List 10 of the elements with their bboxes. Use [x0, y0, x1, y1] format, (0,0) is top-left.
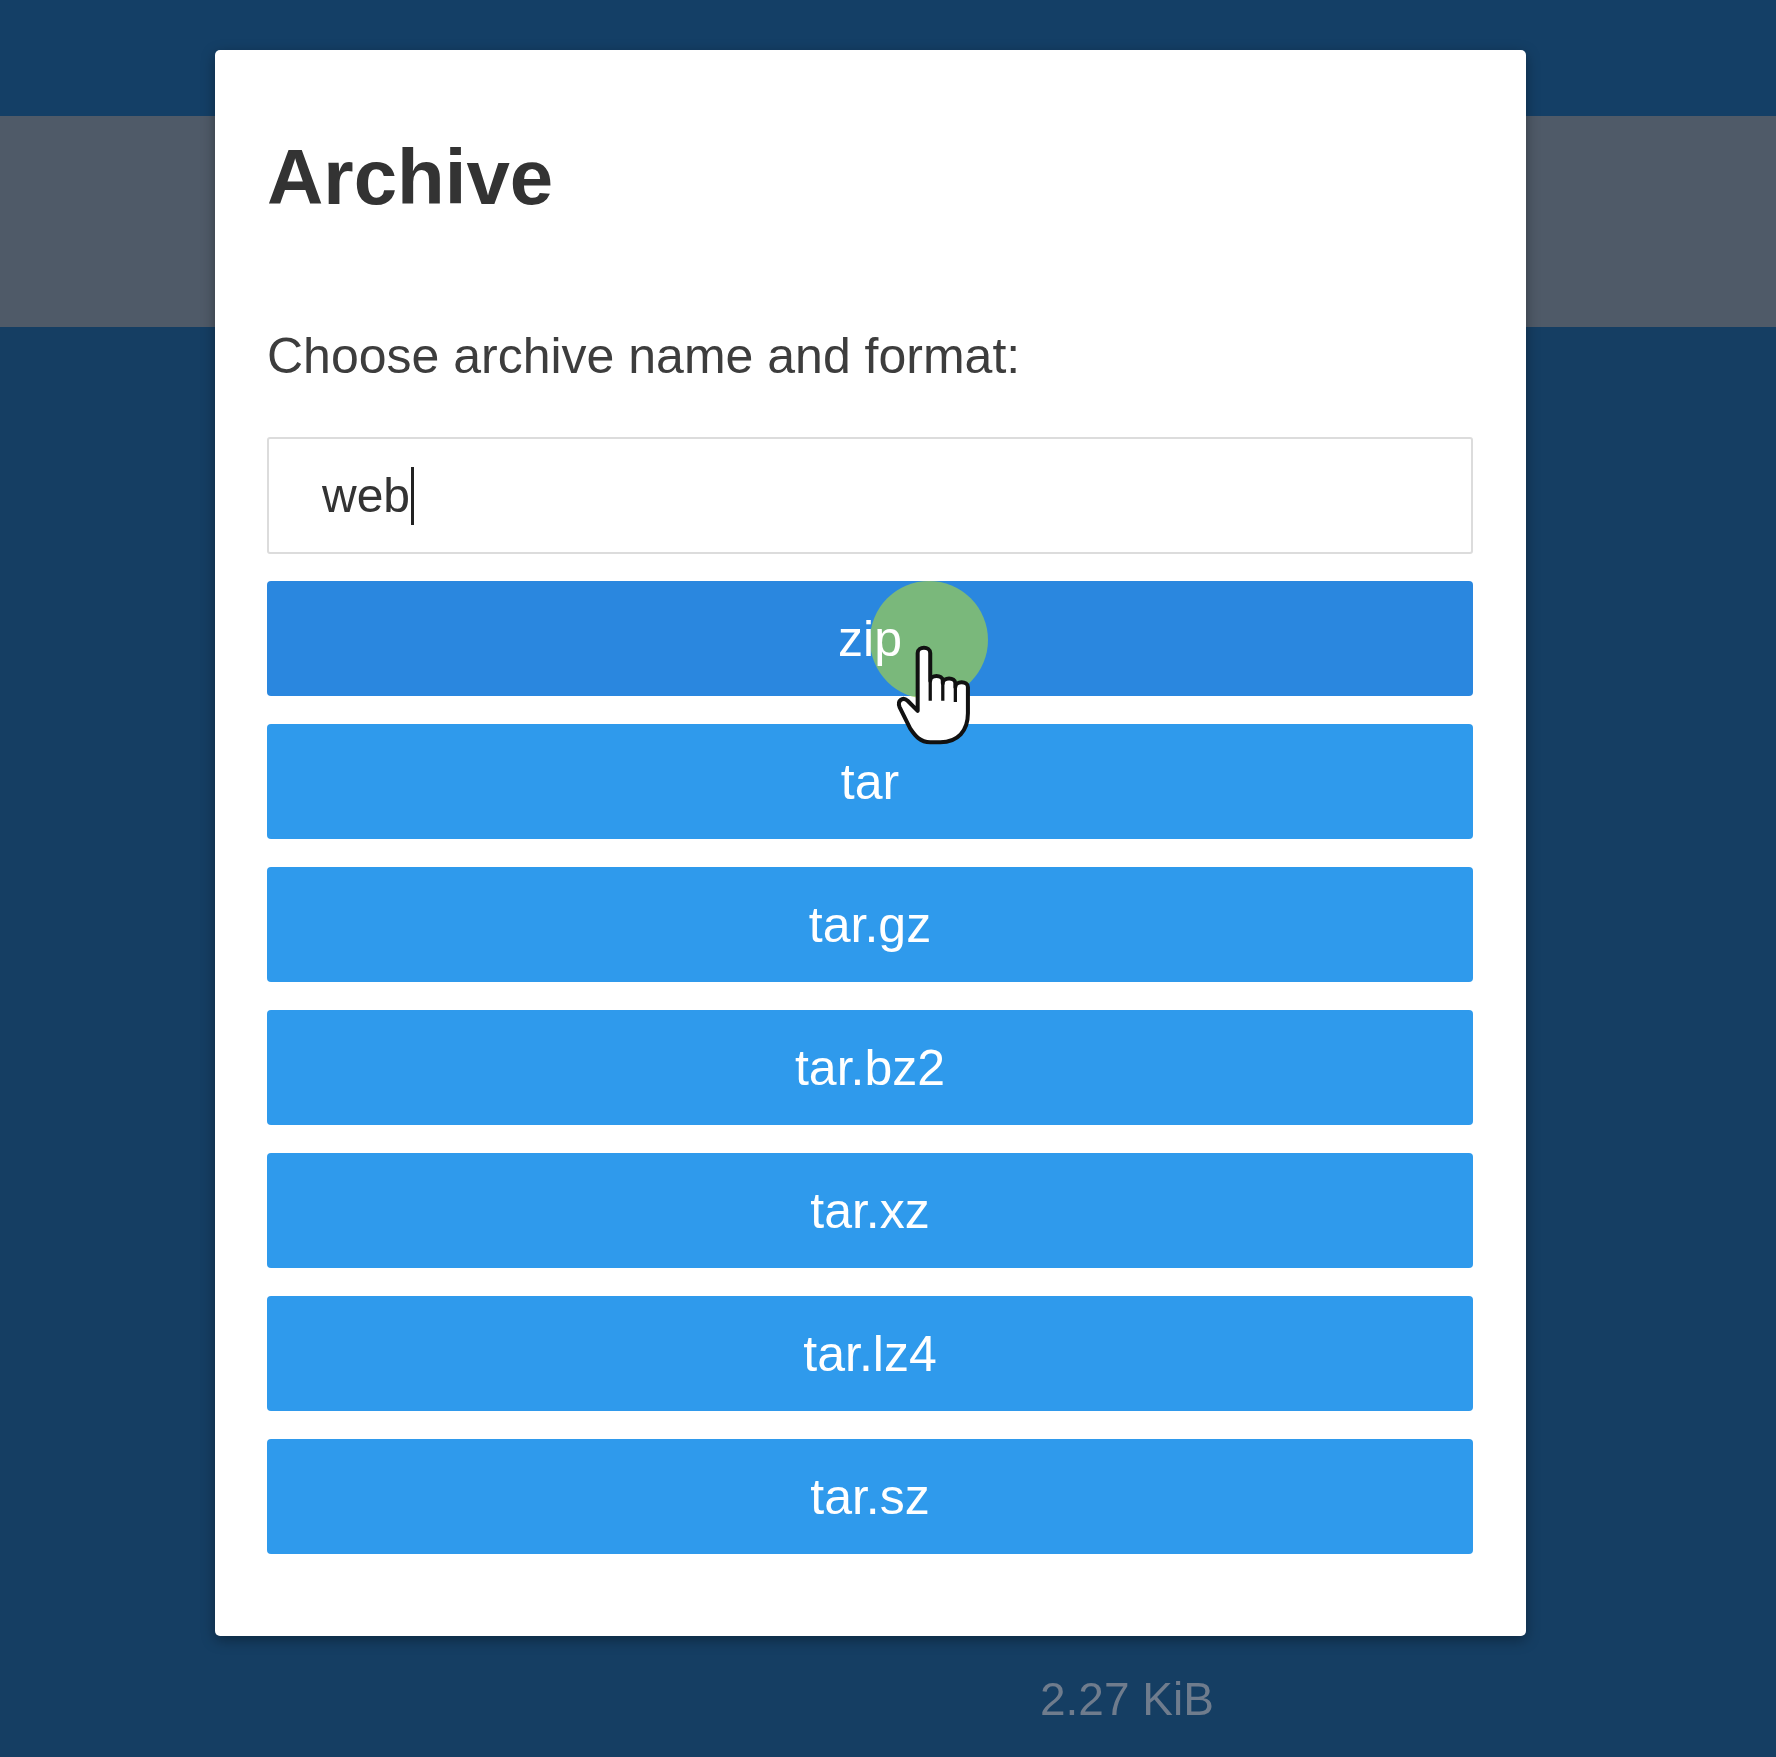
format-button[interactable]: tar.bz2 [267, 1010, 1473, 1125]
dialog-title: Archive [267, 138, 554, 216]
format-button[interactable]: tar.gz [267, 867, 1473, 982]
format-button[interactable]: tar [267, 724, 1473, 839]
format-button[interactable]: tar.lz4 [267, 1296, 1473, 1411]
dialog-prompt: Choose archive name and format: [267, 331, 1021, 381]
archive-name-field[interactable]: web [267, 437, 1473, 554]
format-button[interactable]: tar.sz [267, 1439, 1473, 1554]
format-button[interactable]: tar.xz [267, 1153, 1473, 1268]
file-size-text: 2.27 KiB [1040, 1672, 1214, 1727]
